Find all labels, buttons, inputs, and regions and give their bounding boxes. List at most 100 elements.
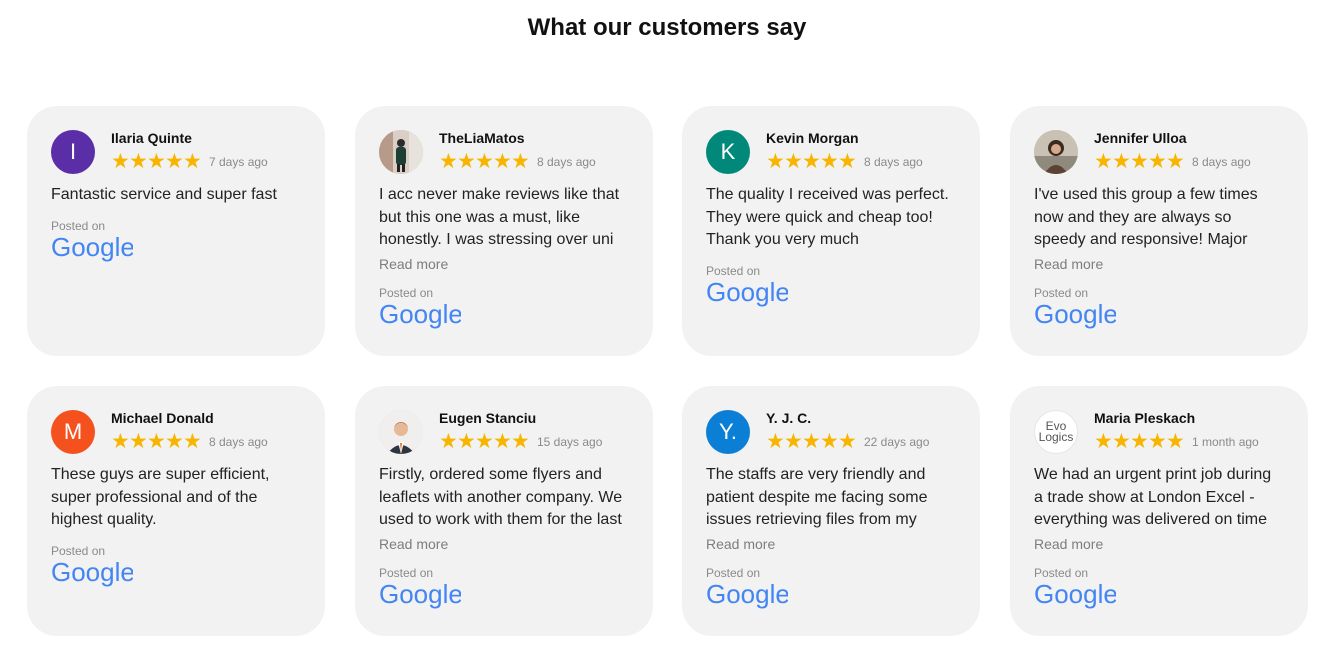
svg-text:Google: Google xyxy=(1034,301,1116,329)
google-logo[interactable]: Google xyxy=(706,579,956,609)
star-icon: ★ xyxy=(766,150,785,173)
svg-text:Google: Google xyxy=(379,301,461,329)
star-icon: ★ xyxy=(1148,430,1167,453)
posted-on-label: Posted on xyxy=(1034,285,1089,300)
star-icon: ★ xyxy=(129,430,148,453)
reviewer-name: Jennifer Ulloa xyxy=(1094,130,1187,146)
posted-on-label: Posted on xyxy=(706,263,761,278)
star-rating: ★ ★ ★ ★ ★ xyxy=(111,150,202,173)
avatar-photo xyxy=(379,410,423,454)
star-icon: ★ xyxy=(784,430,803,453)
posted-on-label: Posted on xyxy=(379,285,434,300)
review-date: 8 days ago xyxy=(864,155,923,169)
read-more-link[interactable]: Read more xyxy=(379,534,629,554)
review-card: Jennifer Ulloa ★ ★ ★ ★ ★ 8 days ago I've use… xyxy=(1010,106,1308,356)
review-header: M Michael Donald ★ ★ ★ ★ ★ 8 days ago xyxy=(51,410,301,454)
review-date: 22 days ago xyxy=(864,435,930,449)
avatar-initial: Y. xyxy=(719,419,737,444)
reviewer-name: Michael Donald xyxy=(111,410,214,426)
review-card: TheLiaMatos ★ ★ ★ ★ ★ 8 days ago I acc never… xyxy=(355,106,653,356)
avatar-initial: M xyxy=(63,419,83,444)
star-icon: ★ xyxy=(493,150,512,173)
read-more-link[interactable]: Read more xyxy=(706,534,956,554)
review-header: Eugen Stanciu ★ ★ ★ ★ ★ 15 days ago xyxy=(379,410,629,454)
google-logo[interactable]: Google xyxy=(51,232,301,262)
star-icon: ★ xyxy=(766,430,785,453)
posted-on-label: Posted on xyxy=(379,565,434,580)
star-icon: ★ xyxy=(802,150,821,173)
review-card: M Michael Donald ★ ★ ★ ★ ★ 8 days ago These … xyxy=(27,386,325,636)
star-icon: ★ xyxy=(838,150,857,173)
review-date: 8 days ago xyxy=(209,435,268,449)
star-icon: ★ xyxy=(147,430,166,453)
rating-row: ★ ★ ★ ★ ★ 8 days ago xyxy=(439,150,596,173)
review-header: I Ilaria Quinte ★ ★ ★ ★ ★ 7 days ago xyxy=(51,130,301,174)
reviewer-name: Eugen Stanciu xyxy=(439,410,537,426)
review-date: 8 days ago xyxy=(1192,155,1251,169)
section-title: What our customers say xyxy=(527,14,807,41)
star-icon: ★ xyxy=(183,430,202,453)
review-header: Jennifer Ulloa ★ ★ ★ ★ ★ 8 days ago xyxy=(1034,130,1284,174)
star-icon: ★ xyxy=(820,150,839,173)
read-more-link[interactable]: Read more xyxy=(1034,254,1284,274)
svg-text:Google: Google xyxy=(706,279,788,307)
star-icon: ★ xyxy=(820,430,839,453)
review-text: The staffs are very friendly and patient… xyxy=(706,466,928,528)
review-header: Y. Y. J. C. ★ ★ ★ ★ ★ 22 days ago xyxy=(706,410,956,454)
rating-row: ★ ★ ★ ★ ★ 8 days ago xyxy=(1094,150,1251,173)
google-logo[interactable]: Google xyxy=(706,277,956,307)
rating-row: ★ ★ ★ ★ ★ 1 month ago xyxy=(1094,430,1259,453)
star-icon: ★ xyxy=(475,430,494,453)
google-logo[interactable]: Google xyxy=(1034,579,1284,609)
avatar-initial: K xyxy=(720,139,736,164)
google-logo[interactable]: Google xyxy=(1034,299,1284,329)
review-card: K Kevin Morgan ★ ★ ★ ★ ★ 8 days ago The qual… xyxy=(682,106,980,356)
reviews-grid: I Ilaria Quinte ★ ★ ★ ★ ★ 7 days ago Fantast… xyxy=(27,106,1308,636)
star-icon: ★ xyxy=(111,150,130,173)
star-icon: ★ xyxy=(1094,150,1113,173)
read-more-link[interactable]: Read more xyxy=(379,254,629,274)
star-icon: ★ xyxy=(129,150,148,173)
star-rating: ★ ★ ★ ★ ★ xyxy=(1094,150,1185,173)
reviewer-name: TheLiaMatos xyxy=(439,130,525,146)
avatar: M xyxy=(51,410,95,454)
review-text: We had an urgent print job during a trad… xyxy=(1034,466,1272,528)
review-date: 7 days ago xyxy=(209,155,268,169)
avatar: I xyxy=(51,130,95,174)
star-icon: ★ xyxy=(493,430,512,453)
star-icon: ★ xyxy=(1166,430,1185,453)
review-text: Fantastic service and super fast xyxy=(51,186,277,203)
svg-text:Google: Google xyxy=(51,234,133,262)
review-text: The quality I received was perfect. They… xyxy=(706,186,949,248)
google-logo[interactable]: Google xyxy=(379,579,629,609)
reviewer-name: Maria Pleskach xyxy=(1094,410,1196,426)
star-icon: ★ xyxy=(1130,430,1149,453)
posted-on-label: Posted on xyxy=(706,565,761,580)
star-icon: ★ xyxy=(511,150,530,173)
avatar-photo xyxy=(1034,130,1078,174)
review-text: Firstly, ordered some flyers and leaflet… xyxy=(379,466,623,528)
avatar: Y. xyxy=(706,410,750,454)
svg-text:Google: Google xyxy=(1034,581,1116,609)
star-icon: ★ xyxy=(165,150,184,173)
svg-text:Google: Google xyxy=(706,581,788,609)
rating-row: ★ ★ ★ ★ ★ 22 days ago xyxy=(766,430,930,453)
avatar-logo: Evo Logics xyxy=(1034,410,1078,454)
review-header: K Kevin Morgan ★ ★ ★ ★ ★ 8 days ago xyxy=(706,130,956,174)
star-icon: ★ xyxy=(457,150,476,173)
rating-row: ★ ★ ★ ★ ★ 7 days ago xyxy=(111,150,268,173)
posted-on-label: Posted on xyxy=(51,218,106,233)
google-logo[interactable]: Google xyxy=(51,557,301,587)
google-logo[interactable]: Google xyxy=(379,299,629,329)
star-icon: ★ xyxy=(439,150,458,173)
review-date: 1 month ago xyxy=(1192,435,1259,449)
avatar-logo-text: Evo Logics xyxy=(1038,419,1074,444)
star-icon: ★ xyxy=(475,150,494,173)
review-date: 15 days ago xyxy=(537,435,603,449)
star-rating: ★ ★ ★ ★ ★ xyxy=(439,150,530,173)
read-more-link[interactable]: Read more xyxy=(1034,534,1284,554)
avatar-initial: I xyxy=(69,139,77,164)
posted-on-label: Posted on xyxy=(1034,565,1089,580)
review-text: I've used this group a few times now and… xyxy=(1034,186,1258,248)
star-icon: ★ xyxy=(111,430,130,453)
